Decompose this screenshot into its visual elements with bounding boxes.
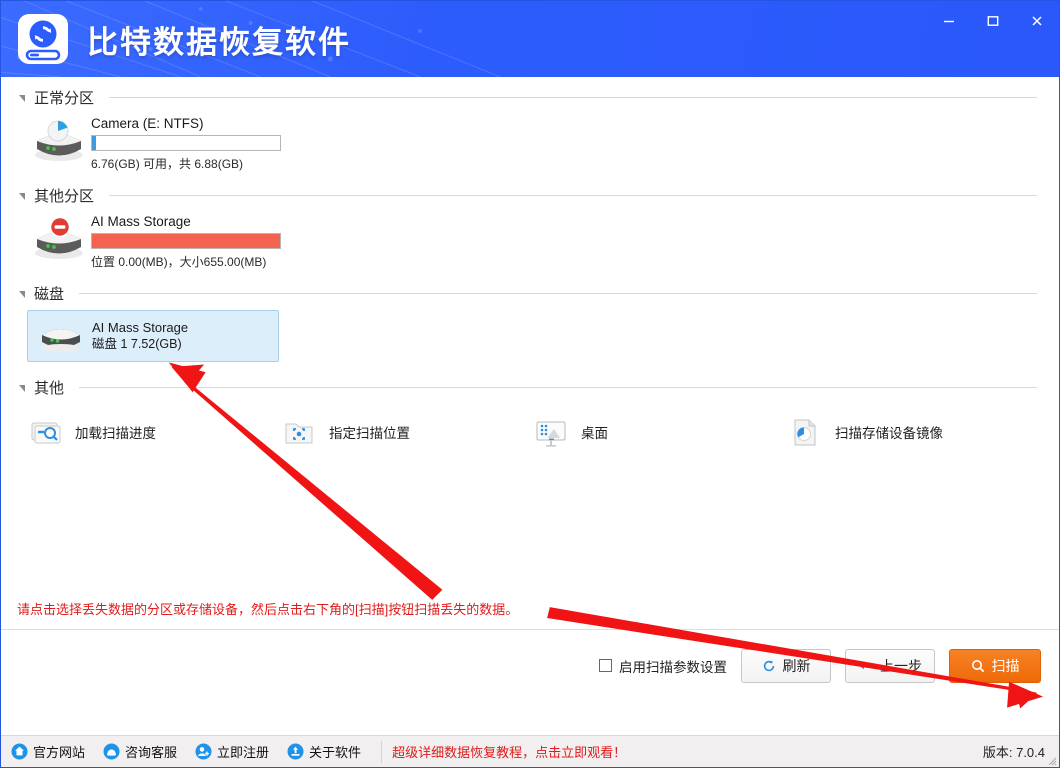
action-bar: 启用扫描参数设置 刷新 上一步 扫描 bbox=[1, 629, 1059, 701]
disk-row-selected[interactable]: AI Mass Storage 磁盘 1 7.52(GB) bbox=[27, 310, 279, 362]
tool-label: 加载扫描进度 bbox=[75, 422, 156, 442]
tool-label: 桌面 bbox=[581, 422, 608, 442]
scan-button[interactable]: 扫描 bbox=[949, 649, 1041, 683]
refresh-label: 刷新 bbox=[783, 656, 811, 676]
section-title: 磁盘 bbox=[34, 283, 64, 304]
partition-title: AI Mass Storage bbox=[91, 213, 281, 230]
resize-grip-icon[interactable] bbox=[1045, 754, 1057, 766]
section-divider bbox=[79, 387, 1037, 388]
partition-usage-bar bbox=[91, 135, 281, 151]
collapse-triangle-icon[interactable] bbox=[19, 193, 25, 200]
brand: 比特数据恢复软件 bbox=[15, 11, 351, 67]
partition-info: Camera (E: NTFS) 6.76(GB) 可用，共 6.88(GB) bbox=[91, 115, 281, 172]
disk-icon bbox=[38, 319, 84, 353]
partition-capacity-text: 位置 0.00(MB)，大小655.00(MB) bbox=[91, 253, 281, 270]
tool-label: 扫描存储设备镜像 bbox=[835, 422, 943, 442]
minimize-button[interactable] bbox=[927, 1, 971, 41]
window-controls bbox=[927, 1, 1059, 41]
disk-text: AI Mass Storage 磁盘 1 7.52(GB) bbox=[92, 319, 188, 353]
tools-row: 加载扫描进度 指定扫描位置 bbox=[1, 400, 1059, 450]
partition-usage-fill bbox=[92, 136, 96, 150]
hard-drive-partition-icon bbox=[31, 117, 87, 163]
search-icon bbox=[971, 659, 985, 673]
section-header-other: 其他 bbox=[1, 374, 1059, 400]
section-header-other-partition: 其他分区 bbox=[1, 182, 1059, 208]
collapse-triangle-icon[interactable] bbox=[19, 385, 25, 392]
back-label: 上一步 bbox=[880, 656, 922, 676]
tool-specify-scan-location[interactable]: 指定扫描位置 bbox=[281, 414, 533, 450]
partition-usage-fill bbox=[92, 234, 280, 248]
footer-divider bbox=[381, 741, 382, 763]
enable-scan-params-checkbox[interactable]: 启用扫描参数设置 bbox=[599, 656, 727, 676]
tool-scan-device-image[interactable]: 扫描存储设备镜像 bbox=[787, 414, 943, 450]
partition-row-ai-mass-storage[interactable]: AI Mass Storage 位置 0.00(MB)，大小655.00(MB) bbox=[1, 208, 1059, 273]
footer-link-label: 关于软件 bbox=[309, 742, 361, 761]
partition-title: Camera (E: NTFS) bbox=[91, 115, 281, 132]
checkbox-box-icon bbox=[599, 659, 612, 672]
footer-link-label: 咨询客服 bbox=[125, 742, 177, 761]
desktop-icon bbox=[533, 414, 569, 450]
specify-scan-location-icon bbox=[281, 414, 317, 450]
section-title: 正常分区 bbox=[34, 87, 94, 108]
tool-desktop[interactable]: 桌面 bbox=[533, 414, 787, 450]
footer-link-register[interactable]: 立即注册 bbox=[195, 742, 269, 761]
partition-capacity-text: 6.76(GB) 可用，共 6.88(GB) bbox=[91, 155, 281, 172]
collapse-triangle-icon[interactable] bbox=[19, 291, 25, 298]
maximize-icon bbox=[986, 14, 1000, 28]
section-divider bbox=[109, 195, 1037, 196]
app-title: 比特数据恢复软件 bbox=[87, 17, 351, 62]
footer-link-label: 官方网站 bbox=[33, 742, 85, 761]
tool-label: 指定扫描位置 bbox=[329, 422, 410, 442]
support-icon bbox=[103, 743, 120, 760]
info-icon bbox=[287, 743, 304, 760]
scan-device-image-icon bbox=[787, 414, 823, 450]
refresh-icon bbox=[762, 659, 776, 673]
version-label: 版本: 7.0.4 bbox=[983, 742, 1049, 761]
collapse-triangle-icon[interactable] bbox=[19, 95, 25, 102]
section-title: 其他分区 bbox=[34, 185, 94, 206]
partition-row-camera[interactable]: Camera (E: NTFS) 6.76(GB) 可用，共 6.88(GB) bbox=[1, 110, 1059, 175]
minimize-icon bbox=[942, 14, 956, 28]
maximize-button[interactable] bbox=[971, 1, 1015, 41]
partition-info: AI Mass Storage 位置 0.00(MB)，大小655.00(MB) bbox=[91, 213, 281, 270]
load-scan-progress-icon bbox=[27, 414, 63, 450]
application-window: 比特数据恢复软件 正常分区 bbox=[0, 0, 1060, 768]
app-logo-icon bbox=[15, 11, 71, 67]
scan-label: 扫描 bbox=[992, 656, 1020, 676]
title-bar: 比特数据恢复软件 bbox=[1, 1, 1059, 77]
footer-link-about[interactable]: 关于软件 bbox=[287, 742, 361, 761]
footer-link-support[interactable]: 咨询客服 bbox=[103, 742, 177, 761]
section-title: 其他 bbox=[34, 377, 64, 398]
hint-message: 请点击选择丢失数据的分区或存储设备，然后点击右下角的[扫描]按钮扫描丢失的数据。 bbox=[1, 593, 1059, 629]
home-icon bbox=[11, 743, 28, 760]
section-divider bbox=[79, 293, 1037, 294]
section-divider bbox=[109, 97, 1037, 98]
tool-load-scan-progress[interactable]: 加载扫描进度 bbox=[27, 414, 281, 450]
close-icon bbox=[1030, 14, 1044, 28]
disk-sub: 磁盘 1 7.52(GB) bbox=[92, 336, 188, 353]
footer-bar: 官方网站 咨询客服 立即注册 bbox=[1, 735, 1059, 767]
main-content: 正常分区 Camera (E: NTFS) 6.76(GB) 可用，共 6.88… bbox=[1, 84, 1059, 676]
disk-name: AI Mass Storage bbox=[92, 319, 188, 336]
section-header-normal-partition: 正常分区 bbox=[1, 84, 1059, 110]
register-user-icon bbox=[195, 743, 212, 760]
refresh-button[interactable]: 刷新 bbox=[741, 649, 831, 683]
footer-link-official-website[interactable]: 官方网站 bbox=[11, 742, 85, 761]
checkbox-label: 启用扫描参数设置 bbox=[619, 656, 727, 676]
hard-drive-blocked-icon bbox=[31, 215, 87, 261]
footer-link-label: 立即注册 bbox=[217, 742, 269, 761]
partition-usage-bar bbox=[91, 233, 281, 249]
footer-tutorial-link[interactable]: 超级详细数据恢复教程，点击立即观看！ bbox=[392, 742, 626, 761]
arrow-left-icon bbox=[858, 659, 873, 673]
section-header-disk: 磁盘 bbox=[1, 280, 1059, 306]
back-button[interactable]: 上一步 bbox=[845, 649, 935, 683]
close-button[interactable] bbox=[1015, 1, 1059, 41]
